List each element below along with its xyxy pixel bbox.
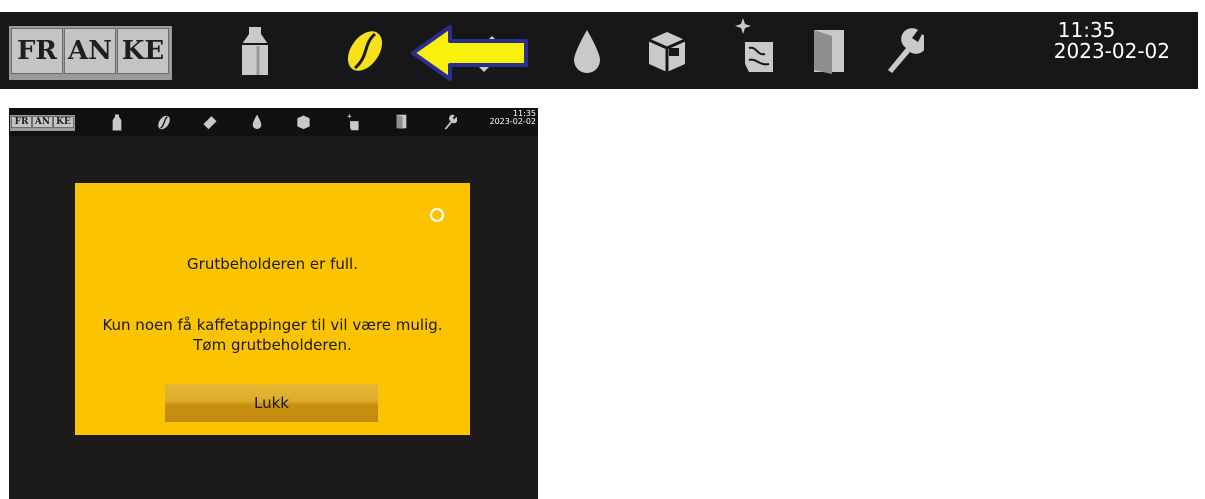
franke-logo: FR AN KE xyxy=(9,26,172,80)
dialog-title: Grutbeholderen er full. xyxy=(187,255,358,273)
top-bar: FR AN KE 11:35 2023-02-02 xyxy=(0,12,1198,89)
logo-small-ke: KE xyxy=(53,116,74,128)
milk-carton-icon[interactable] xyxy=(240,26,270,76)
dialog-message-line: Tøm grutbeholderen. xyxy=(193,336,352,354)
screen-top-bar: FR AN KE 11:35 2023-02-02 xyxy=(9,108,538,136)
status-circle-icon xyxy=(430,208,444,222)
door-icon-small[interactable] xyxy=(396,114,407,129)
milk-carton-icon-small[interactable] xyxy=(112,114,122,131)
box-icon[interactable] xyxy=(645,28,689,74)
coffee-bean-icon-small[interactable] xyxy=(157,114,171,131)
water-drop-icon[interactable] xyxy=(572,28,602,76)
warning-dialog: Grutbeholderen er full. Kun noen få kaff… xyxy=(75,183,470,435)
wrench-icon-small[interactable] xyxy=(443,114,457,130)
coffee-bean-icon[interactable] xyxy=(345,26,385,76)
logo-letters-fr: FR xyxy=(11,28,63,74)
box-icon-small[interactable] xyxy=(296,114,311,130)
dialog-message-line: Kun noen få kaffetappinger til vil være … xyxy=(102,316,443,334)
clock-small-date: 2023-02-02 xyxy=(489,117,537,127)
cleaning-icon[interactable] xyxy=(735,16,781,74)
clock-time: 11:35 xyxy=(1057,18,1116,42)
wrench-icon[interactable] xyxy=(884,26,924,74)
clock-small: 11:35 2023-02-02 xyxy=(489,109,537,127)
water-drop-icon-small[interactable] xyxy=(252,114,262,130)
franke-logo-small: FR AN KE xyxy=(10,115,75,131)
device-screen: FR AN KE 11:35 2023-02-02 Grutbeholderen… xyxy=(9,108,538,499)
logo-letters-ke: KE xyxy=(117,28,169,74)
dialog-message: Kun noen få kaffetappinger til vil være … xyxy=(75,315,470,355)
chocolate-icon-small[interactable] xyxy=(202,114,218,130)
door-icon[interactable] xyxy=(812,28,846,74)
close-button[interactable]: Lukk xyxy=(165,384,378,422)
logo-small-fr: FR xyxy=(11,116,32,128)
clock-date: 2023-02-02 xyxy=(1053,39,1170,63)
clock: 11:35 2023-02-02 xyxy=(1054,20,1170,62)
annotation-arrow-icon xyxy=(410,24,530,82)
logo-small-an: AN xyxy=(32,116,53,128)
logo-letters-an: AN xyxy=(64,28,116,74)
cleaning-icon-small[interactable] xyxy=(347,113,361,131)
